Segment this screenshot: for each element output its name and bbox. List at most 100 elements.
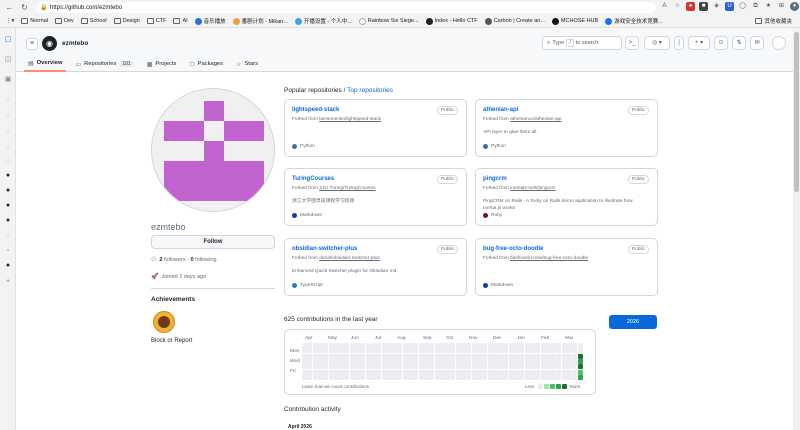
- contribution-day-cell[interactable]: [482, 353, 488, 359]
- contribution-day-cell[interactable]: [535, 343, 541, 348]
- contribution-day-cell[interactable]: [577, 358, 583, 364]
- contribution-day-cell[interactable]: [397, 348, 403, 354]
- contribution-day-cell[interactable]: [397, 369, 403, 375]
- contribution-day-cell[interactable]: [397, 353, 403, 359]
- contribution-day-cell[interactable]: [540, 374, 546, 380]
- contribution-day-cell[interactable]: [376, 353, 382, 359]
- contribution-day-cell[interactable]: [339, 358, 345, 364]
- contribution-day-cell[interactable]: [429, 348, 435, 354]
- contribution-day-cell[interactable]: [487, 353, 493, 359]
- contribution-day-cell[interactable]: [567, 343, 572, 348]
- contribution-day-cell[interactable]: [561, 353, 567, 359]
- contribution-day-cell[interactable]: [514, 353, 519, 359]
- contribution-day-cell[interactable]: [328, 369, 334, 375]
- contribution-day-cell[interactable]: [445, 353, 451, 359]
- following-count[interactable]: 0: [191, 257, 194, 263]
- fork-source-link[interactable]: ZJU-Turing/TuringCourses: [319, 186, 375, 191]
- contribution-day-cell[interactable]: [450, 358, 456, 364]
- contribution-day-cell[interactable]: [397, 364, 403, 370]
- contribution-day-cell[interactable]: [328, 343, 334, 348]
- contribution-day-cell[interactable]: [551, 369, 557, 375]
- contribution-day-cell[interactable]: [482, 348, 488, 354]
- bookmark-folder[interactable]: CTF: [145, 16, 169, 26]
- contribution-day-cell[interactable]: [355, 353, 360, 359]
- contribution-day-cell[interactable]: [561, 364, 567, 370]
- contribution-day-cell[interactable]: [376, 343, 382, 348]
- favorite-star-icon[interactable]: ☆: [673, 2, 682, 11]
- contribution-day-cell[interactable]: [349, 348, 355, 354]
- contribution-day-cell[interactable]: [344, 343, 350, 348]
- contribution-day-cell[interactable]: [365, 353, 371, 359]
- contribution-day-cell[interactable]: [302, 358, 307, 364]
- contribution-day-cell[interactable]: [471, 353, 477, 359]
- page-scrollbar[interactable]: [793, 28, 800, 430]
- header-username[interactable]: ezmtebo: [62, 40, 88, 47]
- contribution-day-cell[interactable]: [482, 369, 488, 375]
- contribution-day-cell[interactable]: [556, 358, 562, 364]
- profile-avatar-icon[interactable]: ●: [790, 2, 799, 11]
- fork-source-link[interactable]: inertiajs-rails/pingcrm: [510, 186, 555, 191]
- repo-name-link[interactable]: bug-free-octo-doodle: [483, 246, 543, 252]
- contribution-day-cell[interactable]: [535, 369, 541, 375]
- contribution-day-cell[interactable]: [450, 364, 456, 370]
- contribution-day-cell[interactable]: [492, 364, 498, 370]
- contribution-day-cell[interactable]: [471, 358, 477, 364]
- contribution-day-cell[interactable]: [572, 369, 578, 375]
- contribution-day-cell[interactable]: [307, 343, 313, 348]
- tab-site-icon[interactable]: ◌: [4, 144, 12, 152]
- contribution-day-cell[interactable]: [545, 364, 551, 370]
- repo-name-link[interactable]: obsidian-switcher-plus: [292, 246, 357, 252]
- contribution-day-cell[interactable]: [519, 374, 525, 380]
- contribution-day-cell[interactable]: [461, 348, 466, 354]
- contribution-day-cell[interactable]: [455, 374, 461, 380]
- contribution-day-cell[interactable]: [535, 348, 541, 354]
- contribution-day-cell[interactable]: [577, 343, 583, 348]
- contribution-day-cell[interactable]: [355, 364, 360, 370]
- contribution-day-cell[interactable]: [529, 358, 535, 364]
- contribution-day-cell[interactable]: [567, 374, 572, 380]
- profile-avatar[interactable]: [151, 88, 275, 212]
- contribution-day-cell[interactable]: [434, 364, 440, 370]
- contribution-day-cell[interactable]: [519, 343, 525, 348]
- contribution-day-cell[interactable]: [572, 364, 578, 370]
- contribution-day-cell[interactable]: [498, 364, 504, 370]
- extension-u-icon[interactable]: U: [725, 2, 734, 11]
- contribution-day-cell[interactable]: [498, 348, 504, 354]
- contribution-day-cell[interactable]: [312, 358, 318, 364]
- contribution-day-cell[interactable]: [519, 358, 525, 364]
- contribution-day-cell[interactable]: [476, 369, 482, 375]
- contribution-day-cell[interactable]: [312, 369, 318, 375]
- contribution-day-cell[interactable]: [545, 348, 551, 354]
- contribution-day-cell[interactable]: [466, 343, 472, 348]
- contribution-day-cell[interactable]: [344, 374, 350, 380]
- contribution-day-cell[interactable]: [540, 343, 546, 348]
- contribution-day-cell[interactable]: [418, 348, 424, 354]
- contribution-day-cell[interactable]: [413, 374, 419, 380]
- contribution-day-cell[interactable]: [355, 343, 360, 348]
- contribution-day-cell[interactable]: [556, 343, 562, 348]
- contribution-day-cell[interactable]: [461, 369, 466, 375]
- contribution-day-cell[interactable]: [535, 353, 541, 359]
- extension-shield-icon[interactable]: ◈: [712, 2, 721, 11]
- contribution-day-cell[interactable]: [317, 343, 323, 348]
- contribution-day-cell[interactable]: [392, 343, 398, 348]
- contribution-day-cell[interactable]: [545, 353, 551, 359]
- contribution-day-cell[interactable]: [535, 374, 541, 380]
- followers-count[interactable]: 2: [159, 257, 162, 263]
- contribution-day-cell[interactable]: [461, 374, 466, 380]
- contribution-day-cell[interactable]: [423, 343, 429, 348]
- contribution-day-cell[interactable]: [307, 369, 313, 375]
- contribution-day-cell[interactable]: [434, 369, 440, 375]
- contribution-day-cell[interactable]: [312, 348, 318, 354]
- contribution-day-cell[interactable]: [503, 369, 509, 375]
- contribution-day-cell[interactable]: [418, 358, 424, 364]
- contribution-day-cell[interactable]: [450, 348, 456, 354]
- contribution-day-cell[interactable]: [519, 353, 525, 359]
- contribution-day-cell[interactable]: [349, 374, 355, 380]
- contribution-day-cell[interactable]: [498, 353, 504, 359]
- issues-button[interactable]: ⊙: [714, 36, 728, 50]
- contribution-day-cell[interactable]: [392, 364, 398, 370]
- contribution-day-cell[interactable]: [487, 358, 493, 364]
- tab-site-icon[interactable]: ◫: [4, 56, 12, 64]
- contribution-day-cell[interactable]: [540, 358, 546, 364]
